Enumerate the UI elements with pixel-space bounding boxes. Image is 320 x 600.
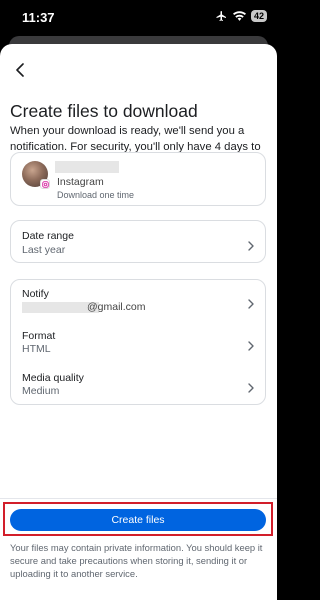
status-icons: 42 [215,10,267,22]
instagram-icon [40,179,50,189]
wifi-icon [232,11,246,21]
media-quality-label: Media quality [22,372,84,384]
chevron-right-icon [247,380,255,393]
create-files-button[interactable]: Create files [10,509,266,531]
media-quality-value: Medium [22,385,60,397]
page-title: Create files to download [10,101,198,121]
account-subtitle: Download one time [57,190,135,200]
status-time: 11:37 [22,10,55,25]
date-range-label: Date range [22,230,74,242]
format-label: Format [22,330,56,342]
chevron-right-icon [247,338,255,351]
privacy-disclaimer: Your files may contain private informati… [10,542,263,579]
chevron-right-icon [247,296,255,309]
settings-card: Notify @gmail.com Format HTML Media qual… [10,279,266,405]
airplane-icon [215,10,228,22]
account-card: Instagram Download one time [10,152,266,206]
battery-indicator: 42 [250,10,267,22]
download-sheet: Create files to download When your downl… [0,44,277,600]
status-bar: 11:37 42 [0,0,277,34]
account-name-redacted [55,161,119,173]
notify-row[interactable]: Notify @gmail.com [11,280,267,322]
notify-email: @gmail.com [87,301,146,313]
back-button[interactable] [8,60,32,84]
account-platform: Instagram [57,176,104,188]
date-range-value: Last year [22,244,66,256]
format-row[interactable]: Format HTML [11,322,267,364]
chevron-right-icon [247,238,255,251]
date-range-row[interactable]: Date range Last year [11,221,267,264]
media-quality-row[interactable]: Media quality Medium [11,364,267,406]
footer-divider [0,498,277,499]
date-range-card: Date range Last year [10,220,266,263]
format-value: HTML [22,343,51,355]
chevron-left-icon [15,62,25,82]
notify-label: Notify [22,288,49,300]
